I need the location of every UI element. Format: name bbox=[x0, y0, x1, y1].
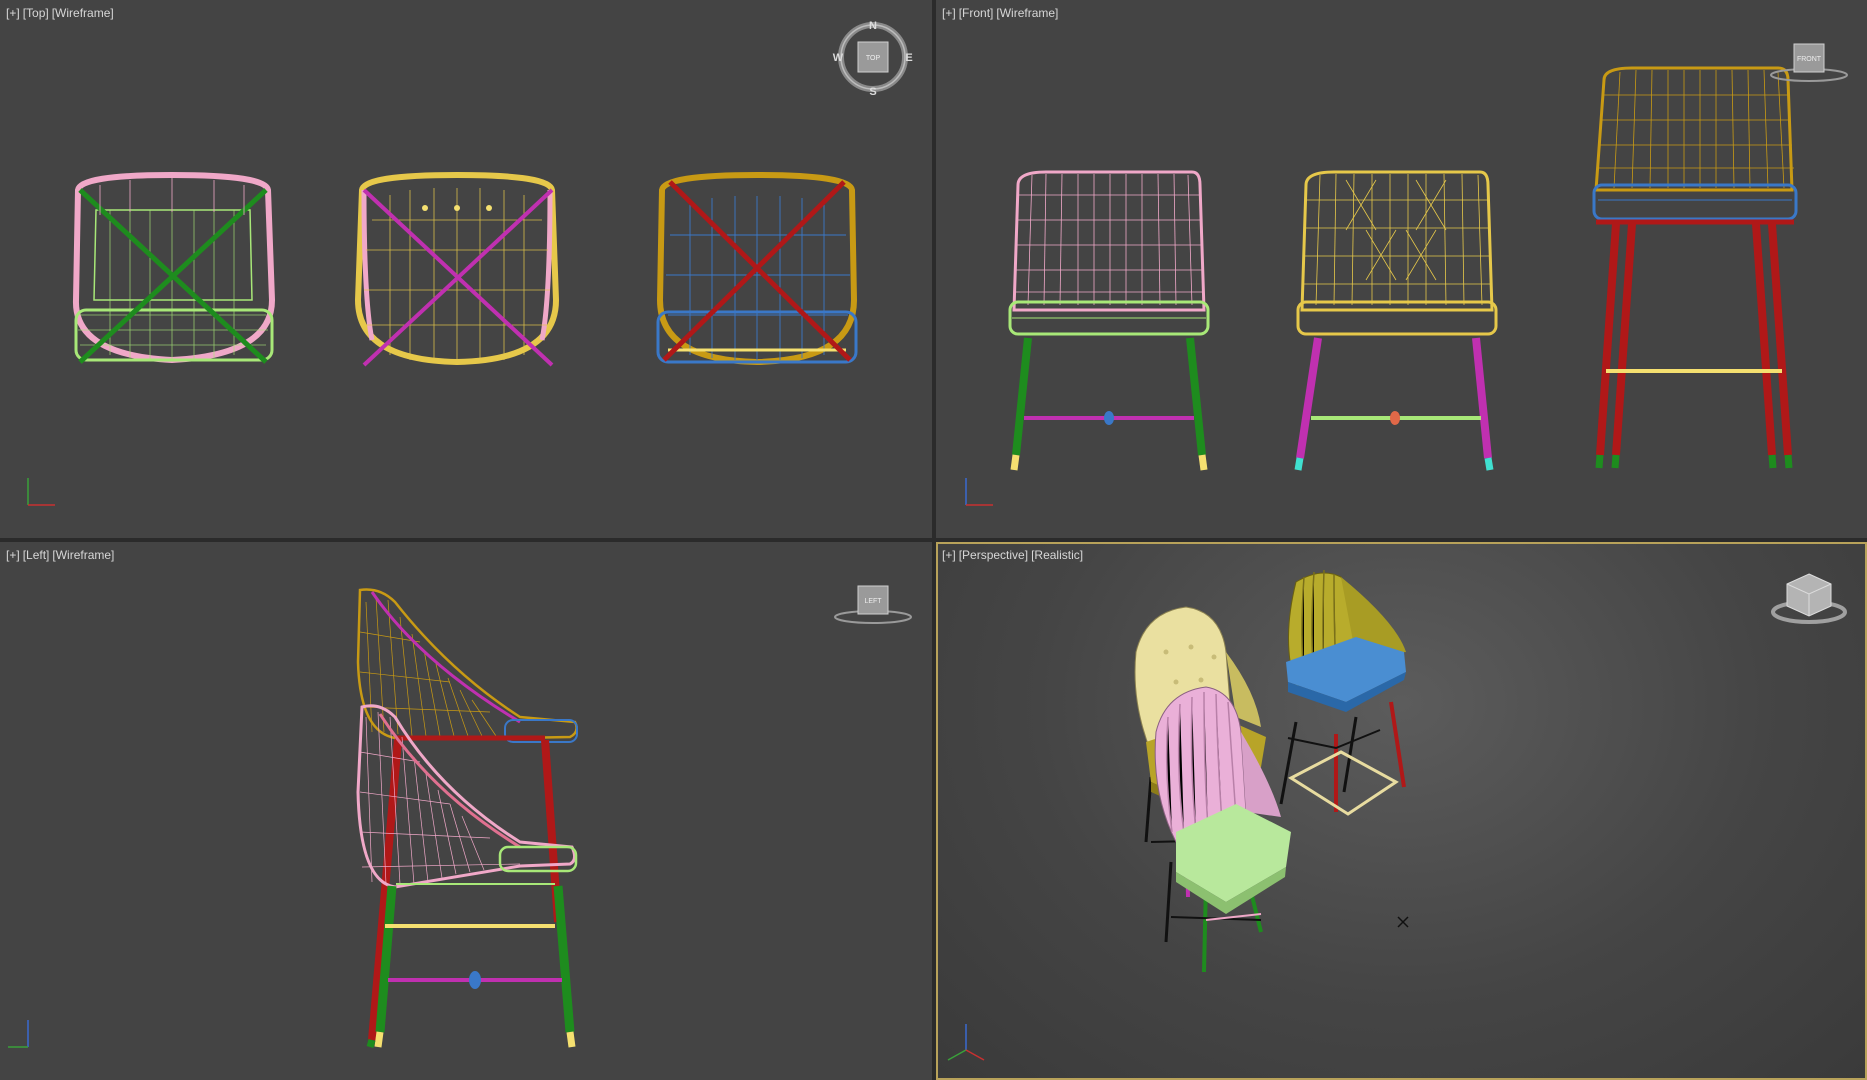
top-view-scene: TOP N S E W bbox=[27, 20, 913, 506]
shading-mode[interactable]: [Realistic] bbox=[1031, 548, 1083, 562]
axis-tripod-icon bbox=[965, 478, 993, 506]
compass-north: N bbox=[869, 20, 877, 32]
chair-top-3[interactable] bbox=[656, 171, 858, 366]
viewcube-face-label[interactable]: LEFT bbox=[864, 598, 882, 605]
axis-tripod-icon bbox=[8, 1020, 29, 1048]
chair-front-1[interactable] bbox=[1008, 170, 1210, 471]
chair-front-2[interactable] bbox=[1294, 170, 1498, 471]
shading-mode[interactable]: [Wireframe] bbox=[52, 548, 114, 562]
viewport-menu-button[interactable]: [+] bbox=[942, 548, 956, 562]
shading-mode[interactable]: [Wireframe] bbox=[996, 6, 1058, 20]
shading-mode[interactable]: [Wireframe] bbox=[52, 6, 114, 20]
view-name[interactable]: [Perspective] bbox=[959, 548, 1028, 562]
view-name[interactable]: [Left] bbox=[23, 548, 50, 562]
viewcube-front[interactable]: FRONT bbox=[1770, 43, 1848, 82]
viewport-perspective[interactable]: [+] [Perspective] [Realistic] bbox=[936, 542, 1867, 1080]
viewport-label-top[interactable]: [+] [Top] [Wireframe] bbox=[6, 6, 117, 20]
chair-front-3[interactable] bbox=[1592, 66, 1798, 469]
left-view-scene: LEFT bbox=[8, 585, 912, 1048]
viewcube-left[interactable]: LEFT bbox=[834, 585, 912, 624]
perspective-scene bbox=[947, 569, 1847, 1061]
viewcube-compass[interactable]: TOP N S E W bbox=[833, 20, 913, 98]
viewcube-perspective[interactable] bbox=[1771, 573, 1847, 624]
viewcube-face-label[interactable]: FRONT bbox=[1797, 56, 1822, 63]
viewport-menu-button[interactable]: [+] bbox=[6, 548, 20, 562]
viewport-left[interactable]: [+] [Left] [Wireframe] LEFT bbox=[0, 542, 932, 1080]
front-view-scene: FRONT bbox=[965, 43, 1848, 506]
compass-west: W bbox=[833, 52, 844, 64]
view-name[interactable]: [Top] bbox=[23, 6, 49, 20]
compass-south: S bbox=[869, 86, 876, 98]
pivot-marker-icon bbox=[1397, 916, 1409, 928]
chair-perspective-1[interactable] bbox=[1154, 686, 1291, 973]
viewport-label-perspective[interactable]: [+] [Perspective] [Realistic] bbox=[942, 548, 1086, 562]
axis-tripod-icon bbox=[27, 478, 55, 506]
chair-top-1[interactable] bbox=[72, 171, 276, 364]
chair-top-2[interactable] bbox=[354, 171, 560, 367]
viewport-menu-button[interactable]: [+] bbox=[942, 6, 956, 20]
viewport-menu-button[interactable]: [+] bbox=[6, 6, 20, 20]
view-name[interactable]: [Front] bbox=[959, 6, 994, 20]
compass-east: E bbox=[905, 52, 912, 64]
chair-side-3[interactable] bbox=[356, 588, 578, 1041]
viewport-label-left[interactable]: [+] [Left] [Wireframe] bbox=[6, 548, 117, 562]
viewcube-face-label[interactable]: TOP bbox=[866, 55, 881, 62]
viewport-label-front[interactable]: [+] [Front] [Wireframe] bbox=[942, 6, 1061, 20]
axis-tripod-icon bbox=[947, 1024, 985, 1061]
viewport-front[interactable]: [+] [Front] [Wireframe] FRONT bbox=[936, 0, 1867, 538]
chair-perspective-3[interactable] bbox=[1279, 569, 1406, 816]
viewport-top[interactable]: [+] [Top] [Wireframe] TOP N S E W bbox=[0, 0, 932, 538]
